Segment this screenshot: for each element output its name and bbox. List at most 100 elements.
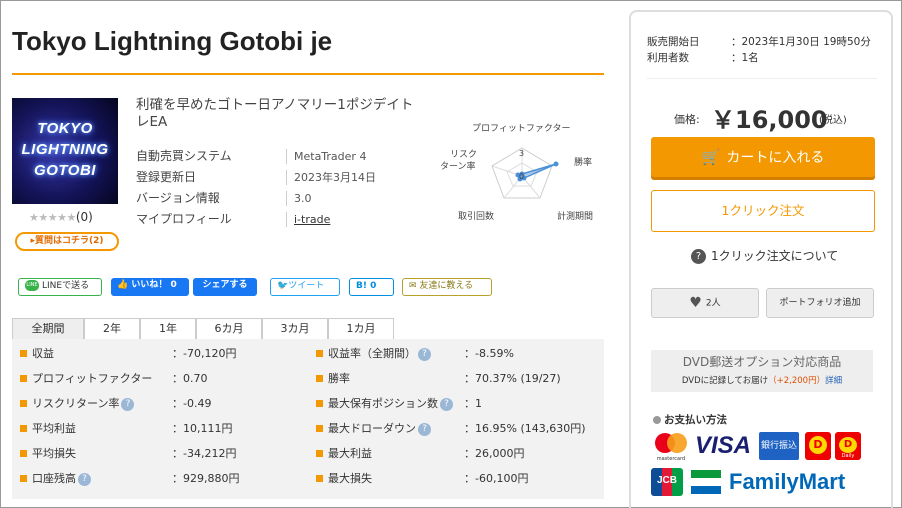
- stat-label: プロフィットファクター: [32, 372, 153, 385]
- familymart-mark-icon: [691, 470, 721, 494]
- title-divider: [12, 73, 604, 75]
- line-logo-icon: LINE: [25, 280, 39, 291]
- line-share-button[interactable]: LINE LINEで送る: [18, 278, 102, 296]
- tab-1m[interactable]: 1カ月: [328, 318, 394, 340]
- mastercard-logo: mastercard: [651, 430, 691, 462]
- stat-label: 収益率（全期間）?: [328, 341, 431, 366]
- stats-row: リスクリターン率? ：-0.49 最大保有ポジション数? ：1: [12, 391, 604, 416]
- stat-value: ：16.95% (143,630円): [464, 422, 586, 435]
- question-button[interactable]: ▸質問はコチラ(2): [15, 232, 119, 251]
- stats-row: 平均利益 ：10,111円 最大ドローダウン? ：16.95% (143,630円): [12, 416, 604, 441]
- tell-friend-label: 友達に教える: [419, 281, 474, 291]
- favorite-count: 2人: [705, 298, 721, 309]
- payment-heading: お支払い方法: [653, 412, 727, 427]
- question-icon: ?: [691, 249, 706, 264]
- stat-label: 収益: [32, 347, 54, 360]
- dvd-price: （+2,200円）: [768, 376, 826, 386]
- info-label: 登録更新日: [136, 170, 197, 184]
- thumbnail-line-1: TOKYO: [37, 120, 93, 137]
- stats-row: 収益 ：-70,120円 収益率（全期間）? ：-8.59%: [12, 341, 604, 366]
- facebook-like-button[interactable]: 👍 いいね！ 0: [111, 278, 189, 296]
- bullet-icon: [316, 350, 323, 357]
- rating-count: (0): [75, 210, 93, 224]
- twitter-bird-icon: 🐦: [277, 281, 289, 291]
- release-value: ：2023年1月30日 19時50分: [731, 36, 871, 48]
- bullet-icon: [316, 450, 323, 457]
- bullet-icon: [20, 400, 27, 407]
- hatena-bookmark-button[interactable]: B! 0: [349, 278, 394, 296]
- help-icon[interactable]: ?: [121, 397, 135, 411]
- help-icon[interactable]: ?: [78, 472, 91, 486]
- heart-icon: ♥: [689, 295, 702, 311]
- facebook-share-button[interactable]: シェアする: [193, 278, 257, 296]
- info-separator: [286, 149, 287, 164]
- svg-text:mastercard: mastercard: [657, 456, 685, 462]
- tab-6m[interactable]: 6カ月: [196, 318, 262, 340]
- favorite-button[interactable]: ♥ 2人: [651, 288, 759, 318]
- cart-icon: 🛒: [701, 148, 721, 166]
- stat-label: 最大保有ポジション数?: [328, 391, 453, 416]
- one-click-order-button[interactable]: 1クリック注文: [651, 190, 875, 232]
- like-label: いいね！ 0: [131, 280, 177, 290]
- stats-row: プロフィットファクター ：0.70 勝率 ：70.37% (19/27): [12, 366, 604, 391]
- dvd-detail-link[interactable]: 詳細: [825, 376, 842, 386]
- bullet-icon: [20, 375, 27, 382]
- help-icon[interactable]: ?: [440, 397, 453, 411]
- stats-row: 平均損失 ：-34,212円 最大利益 ：26,000円: [12, 441, 604, 466]
- price-tax: (税込): [819, 115, 847, 126]
- bullet-icon: [316, 475, 323, 482]
- stat-value: ：1: [464, 397, 482, 410]
- rating-stars: ★★★★★: [29, 211, 76, 224]
- stat-value: ：0.70: [172, 372, 208, 385]
- tell-friend-button[interactable]: ✉ 友達に教える: [402, 278, 492, 296]
- product-thumbnail[interactable]: TOKYO LIGHTNING GOTOBI: [12, 98, 118, 204]
- radar-scale-max: 3: [519, 149, 524, 158]
- purchase-sidebar: 販売開始日 ：2023年1月30日 19時50分 利用者数 ：1名 価格: ￥1…: [629, 10, 893, 508]
- stat-label: リスクリターン率?: [32, 391, 135, 416]
- radar-label-bottom-right: 計測期間: [557, 210, 593, 222]
- add-to-cart-button[interactable]: 🛒 カートに入れる: [651, 137, 875, 177]
- stat-value: ：-8.59%: [464, 347, 514, 360]
- info-value: 2023年3月14日: [294, 171, 376, 184]
- tab-all[interactable]: 全期間: [12, 318, 84, 340]
- tweet-button[interactable]: 🐦ツイート: [270, 278, 340, 296]
- radar-label-right: 勝率: [574, 156, 592, 168]
- help-icon[interactable]: ?: [418, 347, 431, 361]
- radar-label-left-1: リスク: [450, 149, 477, 160]
- dvd-title: DVD郵送オプション対応商品: [682, 355, 842, 369]
- stats-table: 収益 ：-70,120円 収益率（全期間）? ：-8.59% プロフィットファクター ：…: [12, 339, 604, 499]
- info-label: バージョン情報: [136, 191, 220, 205]
- tab-2y[interactable]: 2年: [84, 318, 140, 340]
- radar-scale-min: 0: [519, 172, 524, 181]
- bullet-icon: [316, 375, 323, 382]
- stat-label: 平均損失: [32, 447, 76, 460]
- mail-icon: ✉: [409, 281, 420, 291]
- one-click-about-link[interactable]: ? 1クリック注文について: [691, 247, 838, 264]
- meta-divider: [647, 78, 877, 79]
- profile-link[interactable]: i-trade: [294, 209, 330, 230]
- info-separator: [286, 170, 287, 185]
- jcb-logo: JCB: [651, 468, 683, 496]
- bullet-icon: [20, 450, 27, 457]
- portfolio-add-button[interactable]: ポートフォリオ追加: [766, 288, 874, 318]
- stat-value: ：-34,212円: [172, 447, 237, 460]
- bullet-icon: [20, 475, 27, 482]
- help-icon[interactable]: ?: [418, 422, 431, 436]
- stat-value: ：929,880円: [172, 472, 240, 485]
- product-main: Tokyo Lightning Gotobi je TOKYO LIGHTNIN…: [12, 0, 604, 508]
- info-label: 自動売買システム: [136, 149, 232, 163]
- info-value: MetaTrader 4: [294, 150, 367, 163]
- info-separator: [286, 191, 287, 206]
- thumbs-up-icon: 👍: [117, 280, 132, 290]
- stat-label: 最大損失: [328, 472, 372, 485]
- tab-1y[interactable]: 1年: [140, 318, 196, 340]
- thumbnail-line-2: LIGHTNING: [21, 141, 109, 158]
- stat-label: 勝率: [328, 372, 350, 385]
- thumbnail-line-3: GOTOBI: [34, 162, 96, 179]
- dpay-logo: D: [805, 432, 831, 460]
- dvd-option-box: DVD郵送オプション対応商品 DVDに記録してお届け（+2,200円）詳細: [651, 350, 873, 392]
- users-label: 利用者数: [647, 52, 689, 64]
- stat-label: 平均利益: [32, 422, 76, 435]
- bullet-icon: [316, 425, 323, 432]
- tab-3m[interactable]: 3カ月: [262, 318, 328, 340]
